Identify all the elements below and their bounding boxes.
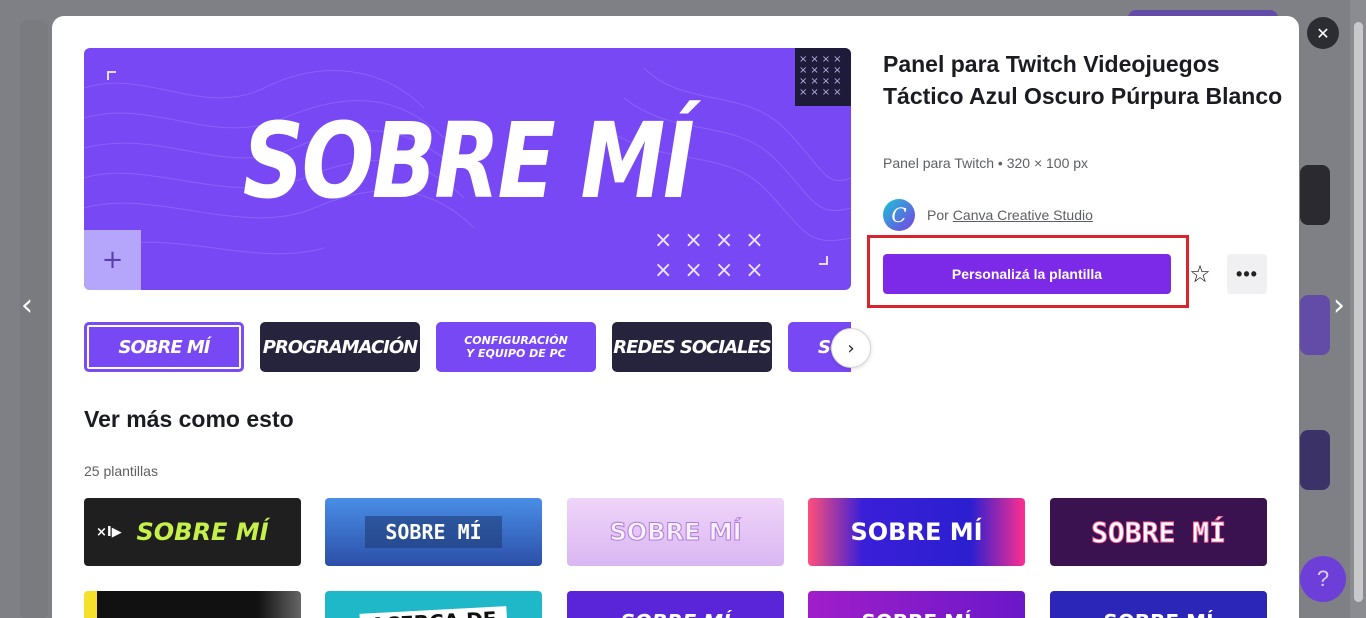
canva-logo-icon: C — [883, 199, 915, 231]
thumbnail-sobre-mi[interactable]: SOBRE MÍ — [84, 322, 244, 372]
preview-title: SOBRE MÍ — [242, 100, 695, 222]
card-label: SOBRE MÍ — [365, 516, 502, 548]
card-label: SOBRE MÍ — [136, 518, 269, 546]
corner-mark — [107, 71, 116, 80]
card-label: ACERCA DE — [359, 606, 508, 618]
author-prefix: Por — [927, 207, 949, 223]
template-card[interactable]: SOBRE MÍ — [325, 498, 542, 566]
thumbnail-programacion[interactable]: PROGRAMACIÓN — [260, 322, 420, 372]
template-card[interactable] — [84, 591, 301, 618]
corner-mark — [819, 256, 828, 265]
author-link[interactable]: Canva Creative Studio — [953, 207, 1093, 223]
thumbnail-label: REDES SOCIALES — [613, 336, 771, 358]
thumbnail-label: PROGRAMACIÓN — [262, 336, 418, 358]
template-card[interactable]: SOBRE MÍ — [567, 498, 784, 566]
background-card — [1300, 430, 1330, 490]
background-card — [1300, 165, 1330, 225]
template-card[interactable]: SOBRE MÍ — [1050, 591, 1267, 618]
template-modal: ×××× ×××× ×××× ×××× SOBRE MÍ ×××× ×××× +… — [52, 16, 1299, 618]
template-subtitle: Panel para Twitch • 320 × 100 px — [883, 155, 1089, 171]
template-card[interactable]: SOBRE MÍ — [567, 591, 784, 618]
card-label: SOBRE MÍ — [850, 518, 983, 546]
more-options-button[interactable]: ••• — [1227, 254, 1267, 294]
customize-template-button[interactable]: Personalizá la plantilla — [883, 254, 1171, 294]
page-scrollbar[interactable] — [1350, 0, 1366, 618]
card-label: SOBRE MÍ — [1103, 610, 1213, 618]
template-card[interactable]: ACERCA DE — [325, 591, 542, 618]
help-button[interactable]: ? — [1300, 556, 1346, 602]
template-card[interactable]: SOBRE MÍ — [1050, 498, 1267, 566]
thumbnail-label: CONFIGURACIÓN Y EQUIPO DE PC — [464, 334, 568, 360]
thumbnail-redes-sociales[interactable]: REDES SOCIALES — [612, 322, 772, 372]
previous-template-button[interactable]: ‹ — [12, 288, 42, 323]
cross-grid-pattern: ×××× ×××× ×××× ×××× — [795, 48, 851, 106]
thumbnail-label: SOBRE MÍ — [118, 336, 210, 358]
card-label: SOBRE MÍ — [620, 610, 730, 618]
template-preview: ×××× ×××× ×××× ×××× SOBRE MÍ ×××× ×××× + — [84, 48, 851, 290]
card-label: SOBRE MÍ — [861, 610, 971, 618]
close-modal-button[interactable]: ✕ — [1307, 17, 1339, 49]
template-card[interactable]: ×I▶ SOBRE MÍ — [84, 498, 301, 566]
card-label: SOBRE MÍ — [609, 518, 742, 547]
more-like-this-title: Ver más como esto — [84, 406, 294, 432]
author-info: C Por Canva Creative Studio — [883, 199, 1093, 231]
star-icon[interactable]: ☆ — [1183, 254, 1217, 294]
template-card[interactable]: SOBRE MÍ — [808, 591, 1025, 618]
page-thumbnails: SOBRE MÍ PROGRAMACIÓN CONFIGURACIÓN Y EQ… — [84, 322, 851, 372]
thumbnail-configuracion[interactable]: CONFIGURACIÓN Y EQUIPO DE PC — [436, 322, 596, 372]
template-title: Panel para Twitch Videojuegos Táctico Az… — [883, 51, 1283, 109]
template-count: 25 plantillas — [84, 463, 158, 479]
card-label: SOBRE MÍ — [1091, 515, 1227, 549]
template-card[interactable]: SOBRE MÍ — [808, 498, 1025, 566]
brand-mark: ×I▶ — [96, 524, 122, 540]
cross-marks: ×××× ×××× — [654, 228, 776, 283]
thumbnails-next-button[interactable]: › — [831, 328, 871, 368]
plus-icon: + — [84, 230, 141, 290]
scrollbar-thumb[interactable] — [1354, 22, 1363, 602]
